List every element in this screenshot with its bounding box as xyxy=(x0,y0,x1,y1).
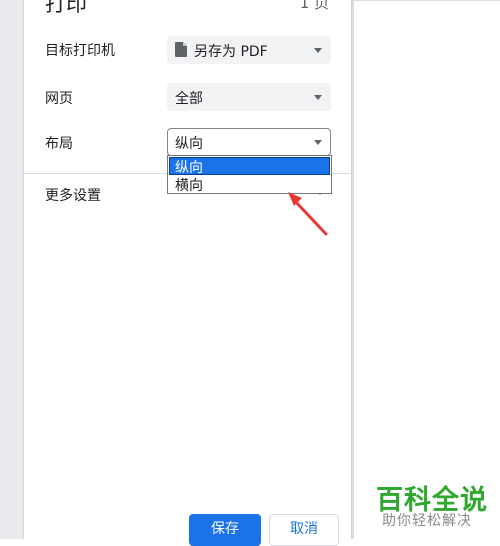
file-icon xyxy=(175,42,187,57)
destination-select[interactable]: 另存为 PDF xyxy=(167,36,331,64)
destination-label: 目标打印机 xyxy=(45,43,115,59)
print-preview-area xyxy=(354,0,500,539)
pages-label: 网页 xyxy=(45,91,73,107)
destination-value: 另存为 PDF xyxy=(194,44,268,60)
preview-page-edge xyxy=(354,0,500,1)
print-settings-panel: 打印 1 页 目标打印机 另存为 PDF 网页 全部 布局 纵向 更多设置 纵向… xyxy=(24,0,352,546)
chevron-down-icon xyxy=(314,95,322,100)
layout-label: 布局 xyxy=(45,136,73,152)
more-settings-label[interactable]: 更多设置 xyxy=(45,185,101,205)
annotation-arrow xyxy=(288,192,328,236)
dialog-title: 打印 xyxy=(45,0,87,16)
pages-select[interactable]: 全部 xyxy=(167,83,331,111)
background-page-strip xyxy=(0,0,24,539)
layout-select[interactable]: 纵向 xyxy=(167,128,331,156)
chevron-down-icon xyxy=(314,140,322,145)
layout-dropdown-list: 纵向 横向 xyxy=(167,155,332,194)
layout-option-portrait[interactable]: 纵向 xyxy=(169,157,330,176)
layout-value: 纵向 xyxy=(175,136,203,152)
pages-value: 全部 xyxy=(175,91,203,107)
cancel-button[interactable]: 取消 xyxy=(269,514,339,546)
watermark-subtitle: 助你轻松解决 xyxy=(382,513,472,529)
chevron-down-icon xyxy=(314,48,322,53)
page-count: 1 页 xyxy=(299,0,329,12)
save-button[interactable]: 保存 xyxy=(189,514,261,546)
